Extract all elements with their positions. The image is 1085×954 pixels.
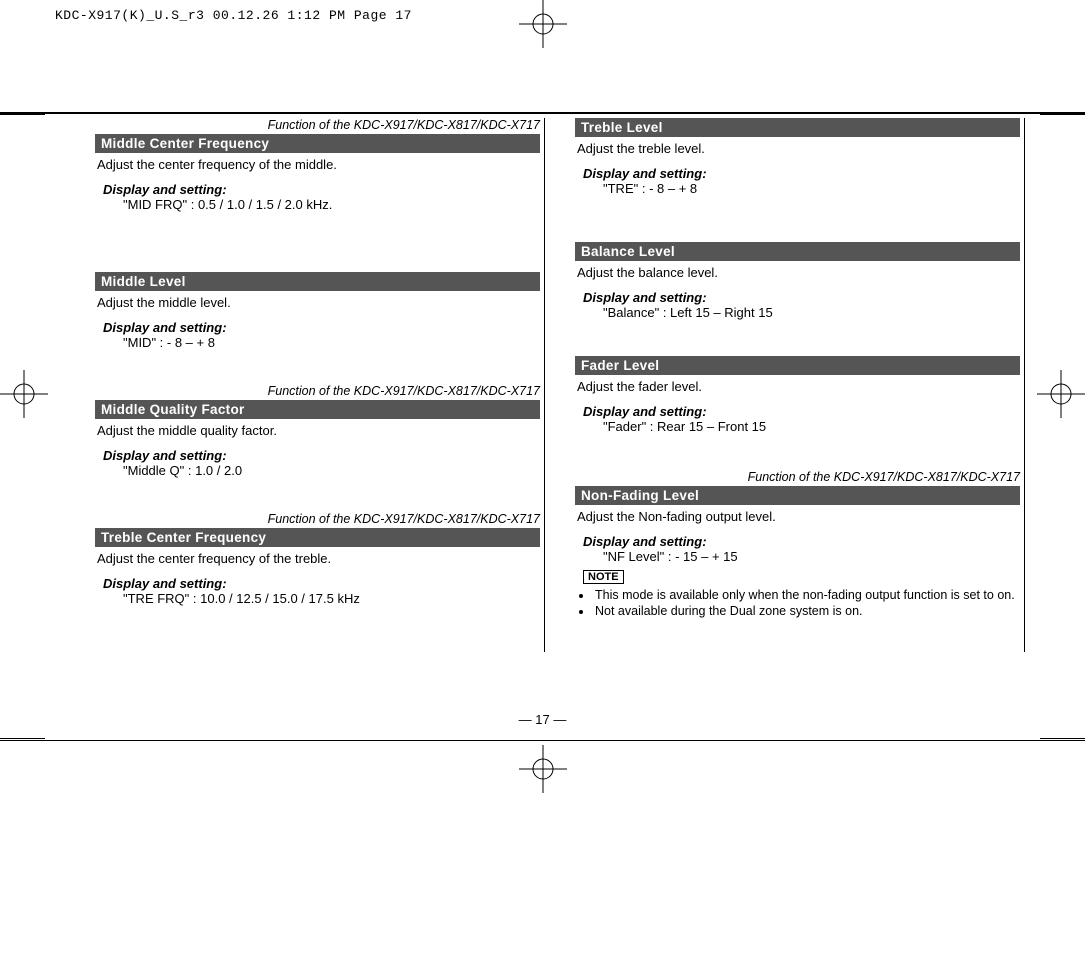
function-note: Function of the KDC-X917/KDC-X817/KDC-X7… [95, 512, 540, 526]
section-treble-center-frequency: Function of the KDC-X917/KDC-X817/KDC-X7… [95, 512, 540, 606]
section-middle-level: Middle Level Adjust the middle level. Di… [95, 272, 540, 350]
registration-mark-icon [0, 370, 48, 418]
section-title: Treble Level [575, 118, 1020, 137]
section-title: Middle Center Frequency [95, 134, 540, 153]
note-item: This mode is available only when the non… [593, 588, 1020, 602]
section-middle-quality-factor: Function of the KDC-X917/KDC-X817/KDC-X7… [95, 384, 540, 478]
function-note: Function of the KDC-X917/KDC-X817/KDC-X7… [95, 118, 540, 132]
left-column: Function of the KDC-X917/KDC-X817/KDC-X7… [95, 118, 545, 652]
registration-mark-icon [1037, 370, 1085, 418]
display-setting-value: "Balance" : Left 15 – Right 15 [575, 305, 1020, 320]
crop-mark [0, 738, 45, 739]
section-title: Middle Level [95, 272, 540, 291]
display-setting-value: "Fader" : Rear 15 – Front 15 [575, 419, 1020, 434]
section-title: Balance Level [575, 242, 1020, 261]
registration-mark-icon [519, 0, 567, 48]
section-desc: Adjust the middle level. [95, 291, 540, 310]
display-setting-value: "Middle Q" : 1.0 / 2.0 [95, 463, 540, 478]
function-note: Function of the KDC-X917/KDC-X817/KDC-X7… [575, 470, 1020, 484]
section-desc: Adjust the balance level. [575, 261, 1020, 280]
display-setting-value: "MID" : - 8 – + 8 [95, 335, 540, 350]
section-desc: Adjust the center frequency of the trebl… [95, 547, 540, 566]
note-item: Not available during the Dual zone syste… [593, 604, 1020, 618]
section-treble-level: Treble Level Adjust the treble level. Di… [575, 118, 1020, 196]
section-title: Middle Quality Factor [95, 400, 540, 419]
section-desc: Adjust the middle quality factor. [95, 419, 540, 438]
display-setting-label: Display and setting: [575, 280, 1020, 305]
display-setting-value: "MID FRQ" : 0.5 / 1.0 / 1.5 / 2.0 kHz. [95, 197, 540, 212]
crop-mark [1040, 114, 1085, 115]
display-setting-value: "NF Level" : - 15 – + 15 [575, 549, 1020, 564]
rule-bottom [0, 740, 1085, 741]
display-setting-label: Display and setting: [575, 524, 1020, 549]
right-column: Treble Level Adjust the treble level. Di… [575, 118, 1025, 652]
function-note: Function of the KDC-X917/KDC-X817/KDC-X7… [95, 384, 540, 398]
section-desc: Adjust the Non-fading output level. [575, 505, 1020, 524]
section-title: Fader Level [575, 356, 1020, 375]
note-label: NOTE [583, 570, 624, 584]
crop-mark [1040, 738, 1085, 739]
rule-top [0, 112, 1085, 114]
section-fader-level: Fader Level Adjust the fader level. Disp… [575, 356, 1020, 434]
note-list: This mode is available only when the non… [593, 588, 1020, 618]
display-setting-label: Display and setting: [95, 566, 540, 591]
registration-mark-icon [519, 745, 567, 793]
display-setting-value: "TRE" : - 8 – + 8 [575, 181, 1020, 196]
display-setting-label: Display and setting: [95, 310, 540, 335]
section-middle-center-frequency: Function of the KDC-X917/KDC-X817/KDC-X7… [95, 118, 540, 212]
section-balance-level: Balance Level Adjust the balance level. … [575, 242, 1020, 320]
display-setting-label: Display and setting: [95, 172, 540, 197]
section-desc: Adjust the center frequency of the middl… [95, 153, 540, 172]
section-title: Non-Fading Level [575, 486, 1020, 505]
page-number: — 17 — [0, 712, 1085, 727]
crop-mark [0, 114, 45, 115]
display-setting-label: Display and setting: [575, 156, 1020, 181]
section-title: Treble Center Frequency [95, 528, 540, 547]
section-desc: Adjust the fader level. [575, 375, 1020, 394]
display-setting-label: Display and setting: [575, 394, 1020, 419]
section-non-fading-level: Function of the KDC-X917/KDC-X817/KDC-X7… [575, 470, 1020, 618]
section-desc: Adjust the treble level. [575, 137, 1020, 156]
display-setting-label: Display and setting: [95, 438, 540, 463]
display-setting-value: "TRE FRQ" : 10.0 / 12.5 / 15.0 / 17.5 kH… [95, 591, 540, 606]
